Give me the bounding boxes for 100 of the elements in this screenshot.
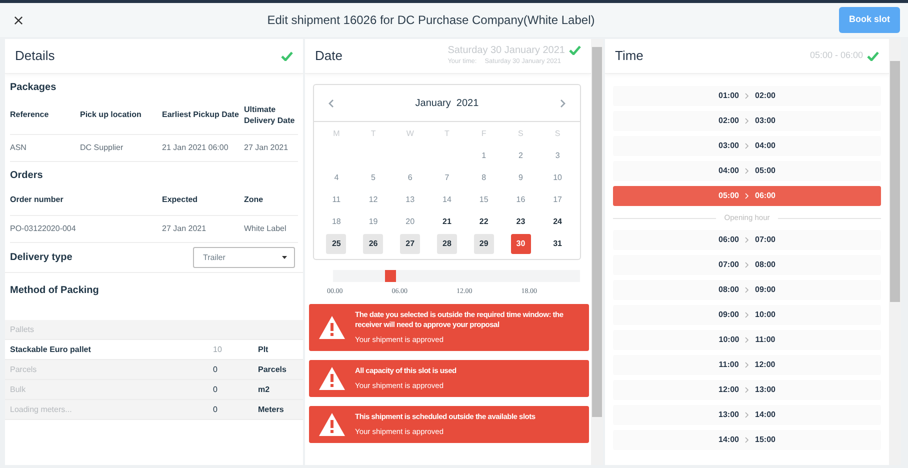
calendar-day[interactable]: 25	[326, 234, 346, 254]
time-slot[interactable]: 09:00 10:00	[613, 305, 881, 325]
calendar-day[interactable]: 19	[363, 212, 384, 232]
chevron-icon	[745, 237, 749, 243]
weekday-label: F	[481, 128, 486, 140]
packing-label: Loading meters...	[10, 404, 73, 416]
quantity-value: 0	[213, 364, 218, 376]
table-cell: ASN	[10, 135, 80, 162]
calendar-day[interactable]: 16	[510, 190, 531, 210]
calendar-day[interactable]: 27	[400, 234, 420, 254]
previous-icon[interactable]	[328, 98, 334, 108]
timeline-marker[interactable]	[384, 270, 396, 282]
column-header: Zone	[244, 183, 298, 216]
calendar-day[interactable]: 7	[436, 168, 457, 188]
time-slot[interactable]: 07:00 08:00	[613, 255, 881, 275]
chevron-icon	[745, 337, 750, 343]
field-label: Delivery type	[10, 251, 72, 265]
chevron-icon	[745, 262, 749, 268]
section-title: Orders	[9, 169, 44, 183]
caret-icon	[282, 256, 287, 259]
selected-date: Saturday 30 January 2021	[448, 45, 565, 58]
calendar-day[interactable]: 26	[363, 234, 384, 254]
calendar-day[interactable]: 3	[548, 146, 568, 166]
calendar-day[interactable]: 2	[510, 146, 531, 166]
calendar-day[interactable]: 6	[400, 168, 420, 188]
chevron-icon	[745, 168, 749, 174]
calendar-day[interactable]: 23	[510, 212, 531, 232]
warning-icon	[319, 316, 345, 339]
table-cell: White Label	[244, 216, 298, 243]
calendar-day[interactable]: 10	[548, 168, 568, 188]
weekday-label: W	[406, 128, 414, 140]
table-cell: PO-03122020-004	[10, 216, 162, 243]
calendar-day[interactable]: 29	[474, 234, 494, 254]
group-label: Pallets	[10, 324, 36, 336]
chevron-icon	[745, 437, 749, 443]
chevron-icon	[745, 312, 749, 318]
panel-title: Details	[15, 47, 55, 66]
calendar-day[interactable]: 15	[474, 190, 494, 210]
calendar-day[interactable]: 28	[436, 234, 457, 254]
section-title: Packages	[9, 81, 58, 95]
time-slot[interactable]: 11:00 12:00	[613, 355, 881, 375]
time-slot[interactable]: 13:00 14:00	[613, 405, 881, 425]
time-slot[interactable]: 06:00 07:00	[613, 230, 881, 250]
chevron-icon	[745, 287, 749, 293]
calendar-day[interactable]: 30	[510, 234, 531, 254]
time-slot[interactable]: 05:00 06:00	[613, 186, 881, 206]
time-slot[interactable]: 10:00 11:00	[613, 330, 881, 350]
calendar-day[interactable]: 1	[474, 146, 494, 166]
packing-label: Parcels	[10, 364, 38, 376]
calendar-day[interactable]: 31	[548, 234, 568, 254]
time-slot[interactable]: 08:00 09:00	[613, 280, 881, 300]
calendar-day[interactable]: 22	[474, 212, 494, 232]
calendar-day[interactable]: 18	[326, 212, 346, 232]
weekday-label: S	[554, 128, 560, 140]
weekday-label: S	[518, 128, 524, 140]
table-cell: DC Supplier	[80, 135, 162, 162]
time-slot[interactable]: 14:00 15:00	[613, 430, 881, 450]
chevron-icon	[745, 412, 749, 418]
calendar-day[interactable]: 8	[474, 168, 494, 188]
packing-label: Bulk	[10, 384, 27, 396]
column-header: Earliest Pickup Date	[162, 95, 244, 135]
calendar-day[interactable]: 13	[400, 190, 420, 210]
panel-title: Date	[315, 47, 342, 66]
quantity-value: 0	[213, 384, 218, 396]
calendar-day[interactable]: 21	[436, 212, 457, 232]
quantity-value: 0	[213, 404, 218, 416]
calendar-day[interactable]: 9	[510, 168, 531, 188]
calendar-day[interactable]: 12	[363, 190, 384, 210]
quantity-value: 10	[213, 344, 223, 356]
chevron-icon	[745, 143, 749, 149]
calendar-day[interactable]: 4	[326, 168, 346, 188]
next-icon[interactable]	[560, 98, 566, 108]
calendar-day[interactable]: 14	[436, 190, 457, 210]
calendar-day[interactable]: 5	[363, 168, 384, 188]
weekday-label: T	[444, 128, 450, 140]
dialog-title: Edit shipment 16026 for DC Purchase Company(White Label)	[267, 13, 595, 27]
time-slot[interactable]: 04:00 05:00	[613, 161, 881, 181]
book-slot-button[interactable]: Book slot	[838, 7, 900, 33]
time-slot[interactable]: 02:00 03:00	[613, 111, 881, 131]
time-slot[interactable]: 03:00 04:00	[613, 136, 881, 156]
table-cell: 27 Jan 2021	[162, 216, 244, 243]
timeline-track[interactable]	[333, 270, 580, 282]
calendar-day[interactable]: 17	[548, 190, 568, 210]
time-slot[interactable]: 01:00 02:00	[613, 86, 881, 106]
calendar-day[interactable]: 11	[326, 190, 346, 210]
weekday-label: T	[370, 128, 376, 140]
delivery-type-select[interactable]: Trailer	[193, 247, 295, 268]
table-cell: 27 Jan 2021	[244, 135, 298, 162]
chevron-icon	[745, 93, 749, 99]
panel-title: Time	[615, 47, 644, 66]
column-header: Expected	[162, 183, 244, 216]
column-header: Order number	[10, 183, 162, 216]
unit-label: Parcels	[258, 364, 288, 376]
time-slot[interactable]: 12:00 13:00	[613, 380, 881, 400]
close-icon[interactable]	[14, 16, 23, 24]
month-title: January 2021	[415, 96, 479, 110]
calendar-day[interactable]: 24	[548, 212, 568, 232]
calendar-day[interactable]: 20	[400, 212, 420, 232]
unit-label: m2	[258, 384, 271, 396]
chevron-icon	[744, 362, 749, 368]
